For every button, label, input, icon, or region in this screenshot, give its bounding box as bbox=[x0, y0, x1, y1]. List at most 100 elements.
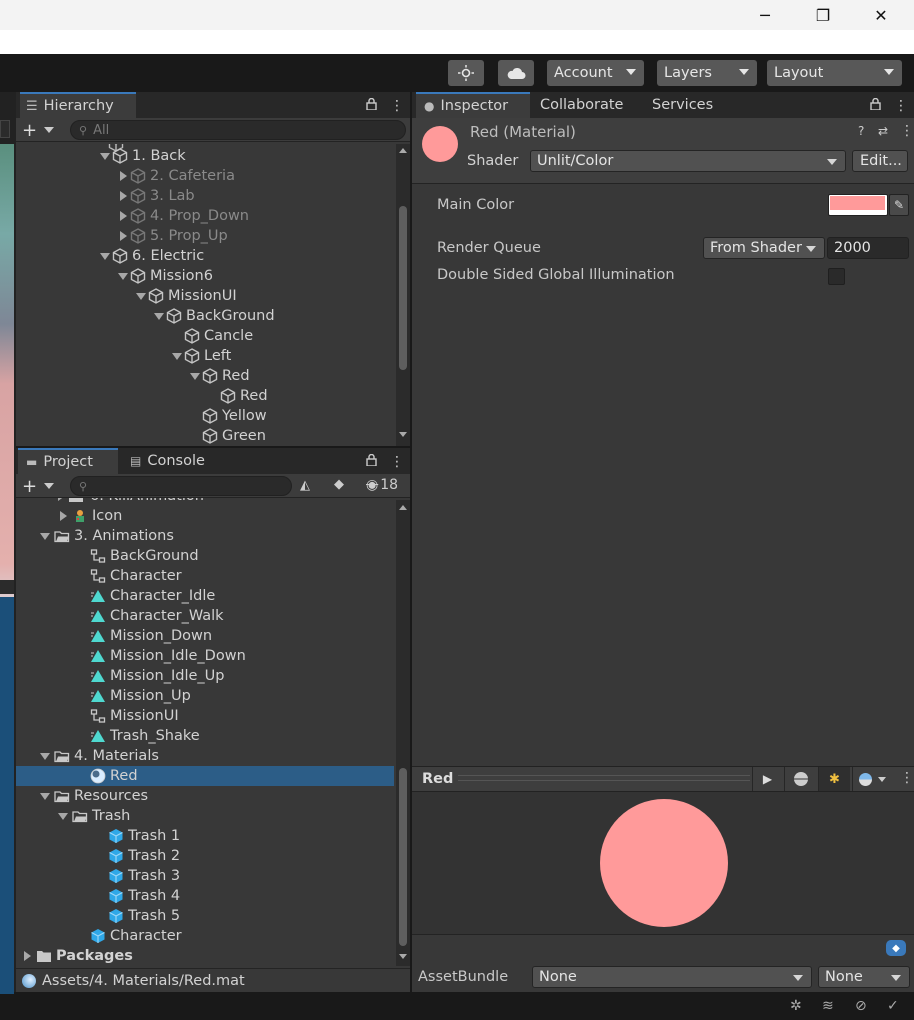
expand-arrow-icon[interactable] bbox=[172, 352, 182, 360]
material-preview-area[interactable] bbox=[412, 792, 914, 934]
check-icon[interactable]: ✓ bbox=[887, 998, 899, 1014]
preview-lights-icon[interactable]: ✱ bbox=[818, 767, 850, 791]
expand-arrow-icon[interactable] bbox=[118, 272, 128, 280]
more-menu-icon[interactable]: ⋮ bbox=[390, 454, 404, 470]
project-item[interactable]: 4. Materials bbox=[16, 746, 394, 766]
hierarchy-item[interactable]: BackGround bbox=[152, 306, 275, 326]
add-icon[interactable]: + bbox=[22, 120, 37, 141]
hierarchy-item[interactable]: 1. Back bbox=[98, 146, 186, 166]
filter-by-type-icon[interactable]: ◭ bbox=[300, 478, 310, 493]
close-button[interactable]: ✕ bbox=[852, 0, 910, 30]
more-menu-icon[interactable]: ⋮ bbox=[894, 98, 908, 114]
expand-arrow-icon[interactable] bbox=[190, 372, 200, 380]
expand-arrow-icon[interactable] bbox=[100, 152, 110, 160]
expand-arrow-icon[interactable] bbox=[40, 752, 50, 760]
collapse-arrow-icon[interactable] bbox=[59, 511, 67, 521]
lock-icon[interactable] bbox=[366, 453, 377, 469]
cache-server-icon[interactable]: ≋ bbox=[822, 998, 834, 1014]
more-menu-icon[interactable]: ⋮ bbox=[900, 770, 914, 786]
hierarchy-scrollbar[interactable] bbox=[396, 144, 410, 446]
hierarchy-item[interactable]: 6. Electric bbox=[98, 246, 204, 266]
project-item[interactable]: Packages bbox=[16, 946, 394, 966]
project-item[interactable]: Character bbox=[16, 926, 394, 946]
project-item[interactable]: Mission_Idle_Down bbox=[16, 646, 394, 666]
expand-arrow-icon[interactable] bbox=[40, 532, 50, 540]
hierarchy-item[interactable]: 2. Cafeteria bbox=[116, 166, 235, 186]
project-item[interactable]: Trash 1 bbox=[16, 826, 394, 846]
more-menu-icon[interactable]: ⋮ bbox=[900, 123, 914, 139]
hierarchy-item[interactable]: Cancle bbox=[170, 326, 253, 346]
tab-console[interactable]: ▤ Console bbox=[126, 448, 226, 474]
tab-services[interactable]: Services bbox=[652, 92, 742, 118]
scene-view-edge[interactable] bbox=[0, 92, 16, 997]
more-menu-icon[interactable]: ⋮ bbox=[390, 98, 404, 114]
maximize-button[interactable]: ❐ bbox=[794, 0, 852, 30]
hierarchy-item[interactable]: 5. Prop_Up bbox=[116, 226, 228, 246]
hidden-packages-toggle[interactable]: ◉ 18 bbox=[366, 477, 398, 493]
collapse-arrow-icon[interactable] bbox=[119, 211, 127, 221]
project-item[interactable]: Icon bbox=[16, 506, 394, 526]
play-icon[interactable]: ▶ bbox=[752, 767, 782, 791]
project-item[interactable]: Mission_Idle_Up bbox=[16, 666, 394, 686]
collapse-arrow-icon[interactable] bbox=[119, 171, 127, 181]
preview-drag-handle[interactable] bbox=[458, 775, 750, 781]
hierarchy-item[interactable]: Yellow bbox=[188, 406, 267, 426]
cloud-button[interactable] bbox=[498, 60, 534, 86]
render-queue-value-field[interactable]: 2000 bbox=[827, 237, 909, 259]
assetbundle-name-dropdown[interactable]: None bbox=[532, 966, 812, 988]
lock-icon[interactable] bbox=[366, 97, 377, 113]
lighting-button[interactable] bbox=[448, 60, 484, 86]
project-item[interactable]: Red bbox=[16, 766, 394, 786]
project-item[interactable]: MissionUI bbox=[16, 706, 394, 726]
project-item[interactable]: Character_Idle bbox=[16, 586, 394, 606]
tab-collaborate[interactable]: Collaborate bbox=[540, 92, 640, 118]
tab-inspector[interactable]: ● Inspector bbox=[416, 92, 530, 118]
edit-shader-button[interactable]: Edit... bbox=[852, 150, 908, 172]
collapse-arrow-icon[interactable] bbox=[119, 231, 127, 241]
preview-sphere-dropdown[interactable] bbox=[852, 767, 892, 791]
hierarchy-search-input[interactable]: ⚲ All bbox=[70, 120, 406, 140]
project-item[interactable]: Trash_Shake bbox=[16, 726, 394, 746]
help-icon[interactable]: ? bbox=[858, 124, 864, 138]
main-color-field[interactable] bbox=[828, 194, 888, 216]
hierarchy-item[interactable]: 3. Lab bbox=[116, 186, 195, 206]
expand-arrow-icon[interactable] bbox=[40, 792, 50, 800]
expand-arrow-icon[interactable] bbox=[136, 292, 146, 300]
hierarchy-item[interactable]: MissionUI bbox=[134, 286, 237, 306]
hierarchy-item[interactable]: Red bbox=[188, 366, 250, 386]
hierarchy-item[interactable]: 4. Prop_Down bbox=[116, 206, 249, 226]
label-tag-icon[interactable]: ◆ bbox=[886, 940, 906, 956]
expand-arrow-icon[interactable] bbox=[154, 312, 164, 320]
add-icon[interactable]: + bbox=[22, 476, 37, 497]
expand-arrow-icon[interactable] bbox=[58, 812, 68, 820]
hierarchy-item[interactable]: Red bbox=[206, 386, 268, 406]
project-item[interactable]: Trash 2 bbox=[16, 846, 394, 866]
project-item[interactable]: Mission_Down bbox=[16, 626, 394, 646]
hierarchy-item[interactable]: Green bbox=[188, 426, 266, 446]
collapse-arrow-icon[interactable] bbox=[119, 191, 127, 201]
collapse-arrow-icon[interactable] bbox=[23, 951, 31, 961]
debug-icon[interactable]: ✲ bbox=[790, 998, 802, 1014]
chevron-down-icon[interactable] bbox=[44, 483, 54, 489]
shader-dropdown[interactable]: Unlit/Color bbox=[530, 150, 846, 172]
project-item[interactable]: Character_Walk bbox=[16, 606, 394, 626]
tab-project[interactable]: ▬ Project bbox=[18, 448, 118, 474]
project-item[interactable]: Trash 3 bbox=[16, 866, 394, 886]
project-item[interactable]: Character bbox=[16, 566, 394, 586]
layout-dropdown[interactable]: Layout bbox=[767, 60, 902, 86]
auto-generate-lighting-icon[interactable]: ⊘ bbox=[855, 998, 867, 1014]
minimize-button[interactable]: ─ bbox=[736, 0, 794, 30]
project-item[interactable]: Resources bbox=[16, 786, 394, 806]
project-item[interactable]: Trash 5 bbox=[16, 906, 394, 926]
lock-icon[interactable] bbox=[870, 97, 881, 113]
project-item[interactable]: Trash bbox=[16, 806, 394, 826]
project-search-input[interactable]: ⚲ bbox=[70, 476, 292, 496]
expand-arrow-icon[interactable] bbox=[100, 252, 110, 260]
assetbundle-variant-dropdown[interactable]: None bbox=[818, 966, 910, 988]
dsgi-checkbox[interactable] bbox=[828, 268, 845, 285]
chevron-down-icon[interactable] bbox=[44, 127, 54, 133]
project-item[interactable]: 3. Animations bbox=[16, 526, 394, 546]
project-item[interactable]: Trash 4 bbox=[16, 886, 394, 906]
tag-icon[interactable]: ◆ bbox=[334, 477, 344, 492]
project-item[interactable]: BackGround bbox=[16, 546, 394, 566]
